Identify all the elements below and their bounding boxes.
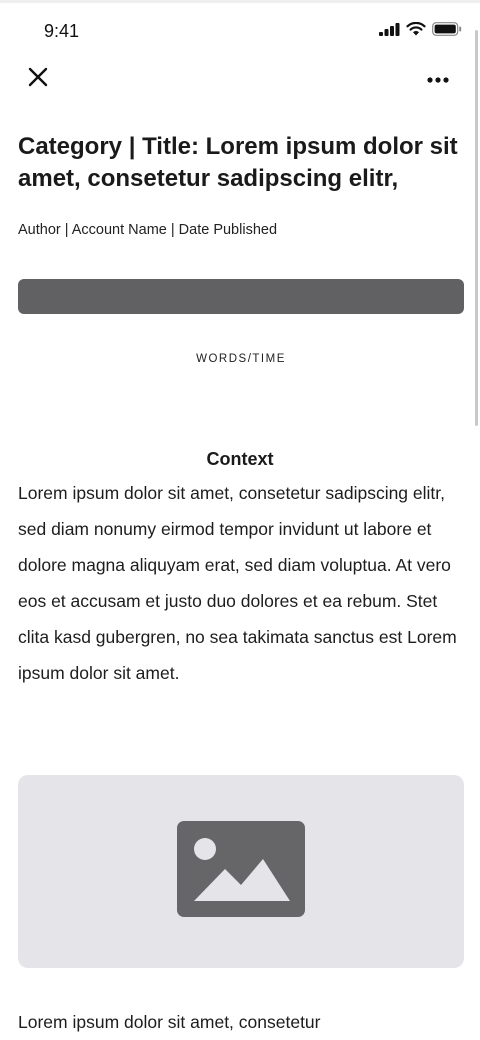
close-icon <box>28 67 48 92</box>
battery-icon <box>432 22 462 41</box>
more-horizontal-icon <box>427 70 449 88</box>
article-byline: Author | Account Name | Date Published <box>18 222 278 238</box>
article-title: Category | Title: Lorem ipsum dolor sit … <box>18 133 458 192</box>
status-bar: 9:41 <box>0 0 480 60</box>
body-paragraph-1: Lorem ipsum dolor sit amet, consetetur s… <box>18 483 457 683</box>
close-button[interactable] <box>22 63 54 95</box>
wifi-icon <box>406 21 426 41</box>
scroll-indicator[interactable] <box>475 30 478 426</box>
words-time-label: WORDS/TIME <box>196 353 286 365</box>
cellular-signal-icon <box>379 22 400 41</box>
status-time: 9:41 <box>44 21 80 41</box>
image-placeholder-icon <box>177 821 305 922</box>
image-placeholder <box>18 775 464 968</box>
media-bar[interactable] <box>18 279 464 314</box>
status-icons <box>379 21 462 41</box>
more-options-button[interactable] <box>418 63 458 95</box>
context-heading: Context <box>206 449 274 469</box>
body-paragraph-2: Lorem ipsum dolor sit amet, consetetur <box>18 1012 321 1032</box>
